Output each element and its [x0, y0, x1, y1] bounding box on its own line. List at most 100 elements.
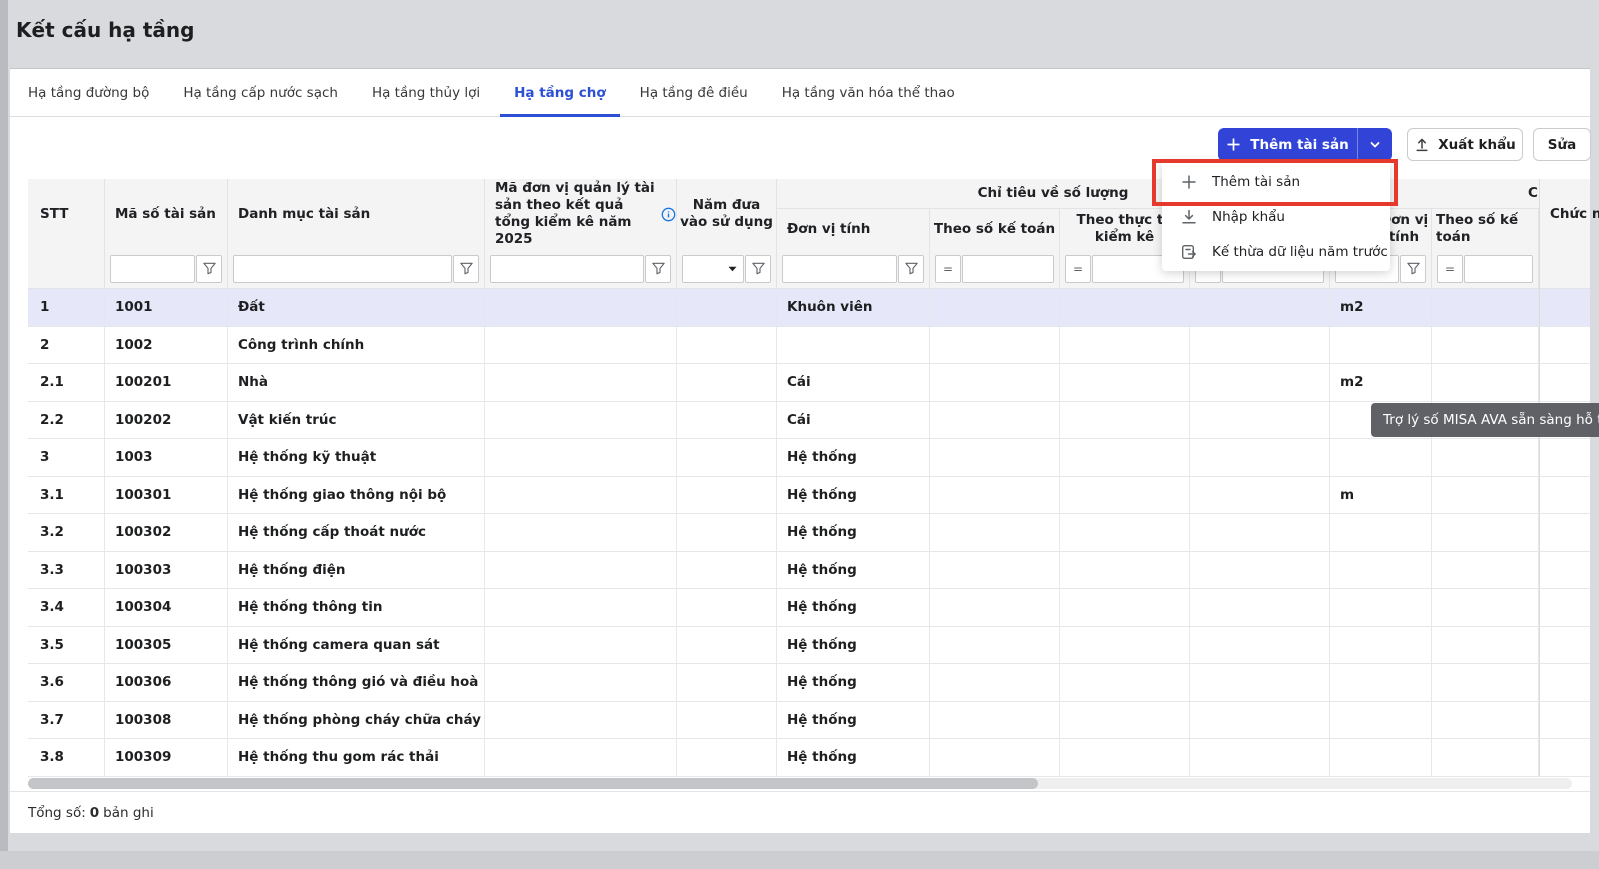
tab-4[interactable]: Hạ tầng chợ — [500, 69, 620, 117]
add-asset-split-button: Thêm tài sản — [1218, 128, 1392, 161]
add-asset-menu: Thêm tài sảnNhập khẩu Kế thừa dữ liệu năm… — [1162, 162, 1390, 271]
total-count: 0 — [90, 805, 99, 821]
horizontal-scrollbar-thumb[interactable] — [28, 778, 1038, 789]
cell-3-5 — [677, 364, 777, 402]
cell-6-4 — [485, 477, 677, 515]
table-row-9[interactable]: 3.4100304Hệ thống thông tinHệ thống — [28, 589, 1539, 627]
cell-11-4 — [485, 664, 677, 702]
cell-10-6: Hệ thống — [777, 627, 930, 665]
filter-input-4[interactable] — [490, 255, 644, 283]
table-row-6[interactable]: 3.1100301Hệ thống giao thông nội bộHệ th… — [28, 477, 1539, 515]
filter-input-7[interactable] — [962, 255, 1054, 283]
cell-13-3: Hệ thống thu gom rác thải — [228, 739, 485, 777]
menu-item-label: Kế thừa dữ liệu năm trước — [1212, 244, 1388, 260]
cell-2-3: Công trình chính — [228, 327, 485, 365]
tab-5[interactable]: Hạ tầng đê điều — [626, 69, 762, 117]
cell-13-7 — [930, 739, 1060, 777]
filter-funnel-icon[interactable] — [898, 255, 924, 283]
tab-1[interactable]: Hạ tầng đường bộ — [14, 69, 163, 117]
cell-7-6: Hệ thống — [777, 514, 930, 552]
menu-item-2[interactable]: Nhập khẩu — [1162, 199, 1390, 234]
table-row-8[interactable]: 3.3100303Hệ thống điệnHệ thống — [28, 552, 1539, 590]
menu-item-3[interactable]: Kế thừa dữ liệu năm trước — [1162, 234, 1390, 269]
table-row-10[interactable]: 3.5100305Hệ thống camera quan sátHệ thốn… — [28, 627, 1539, 665]
action-cell-7[interactable] — [1539, 514, 1590, 552]
cell-11-1: 3.6 — [28, 664, 105, 702]
action-cell-10[interactable] — [1539, 627, 1590, 665]
filter-cell-6 — [777, 249, 930, 289]
filter-funnel-icon[interactable] — [745, 255, 771, 283]
tab-2[interactable]: Hạ tầng cấp nước sạch — [169, 69, 352, 117]
table-footer: Tổng số: 0 bản ghi — [10, 791, 1590, 834]
filter-year-select[interactable] — [682, 255, 744, 283]
cell-7-9 — [1190, 514, 1330, 552]
table-row-11[interactable]: 3.6100306Hệ thống thông gió và điều hoà … — [28, 664, 1539, 702]
table-row-4[interactable]: 2.2100202Vật kiến trúcCái — [28, 402, 1539, 440]
filter-funnel-icon[interactable] — [1400, 255, 1426, 283]
filter-funnel-icon[interactable] — [196, 255, 222, 283]
column-header-6: Đơn vị tính — [777, 209, 930, 249]
filter-equals-operator[interactable]: = — [1437, 255, 1463, 283]
cell-12-7 — [930, 702, 1060, 740]
cell-9-2: 100304 — [105, 589, 228, 627]
cell-10-9 — [1190, 627, 1330, 665]
add-asset-menu-toggle[interactable] — [1357, 128, 1392, 161]
action-cell-11[interactable] — [1539, 664, 1590, 702]
cell-9-3: Hệ thống thông tin — [228, 589, 485, 627]
table-row-1[interactable]: 11001ĐấtKhuôn viênm2 — [28, 289, 1539, 327]
cell-6-11 — [1432, 477, 1539, 515]
cell-3-9 — [1190, 364, 1330, 402]
menu-item-1[interactable]: Thêm tài sản — [1162, 164, 1390, 199]
tab-6[interactable]: Hạ tầng văn hóa thể thao — [768, 69, 969, 117]
cell-8-4 — [485, 552, 677, 590]
action-cell-12[interactable] — [1539, 702, 1590, 740]
table-row-12[interactable]: 3.7100308Hệ thống phòng cháy chữa cháyHệ… — [28, 702, 1539, 740]
cell-12-1: 3.7 — [28, 702, 105, 740]
cell-5-2: 1003 — [105, 439, 228, 477]
cell-1-9 — [1190, 289, 1330, 327]
tab-3[interactable]: Hạ tầng thủy lợi — [358, 69, 494, 117]
filter-equals-operator[interactable]: = — [1065, 255, 1091, 283]
action-cell-6[interactable] — [1539, 477, 1590, 515]
horizontal-scrollbar[interactable] — [28, 778, 1572, 789]
cell-6-6: Hệ thống — [777, 477, 930, 515]
filter-funnel-icon[interactable] — [453, 255, 479, 283]
column-header-3: Danh mục tài sản — [228, 179, 485, 249]
filter-input-2[interactable] — [110, 255, 195, 283]
table-row-2[interactable]: 21002Công trình chính — [28, 327, 1539, 365]
export-button[interactable]: Xuất khẩu — [1407, 128, 1523, 161]
cell-2-2: 1002 — [105, 327, 228, 365]
table-row-3[interactable]: 2.1100201NhàCáim2 — [28, 364, 1539, 402]
filter-input-6[interactable] — [782, 255, 897, 283]
chevron-down-icon — [1368, 138, 1382, 152]
action-cell-9[interactable] — [1539, 589, 1590, 627]
action-cell-2[interactable] — [1539, 327, 1590, 365]
cell-1-4 — [485, 289, 677, 327]
action-cell-5[interactable] — [1539, 439, 1590, 477]
filter-funnel-icon[interactable] — [645, 255, 671, 283]
action-cell-3[interactable] — [1539, 364, 1590, 402]
filter-equals-operator[interactable]: = — [935, 255, 961, 283]
cell-13-2: 100309 — [105, 739, 228, 777]
action-cell-8[interactable] — [1539, 552, 1590, 590]
cell-9-8 — [1060, 589, 1190, 627]
add-asset-button[interactable]: Thêm tài sản — [1218, 128, 1357, 161]
edit-button[interactable]: Sửa — [1533, 128, 1591, 161]
cell-10-4 — [485, 627, 677, 665]
cell-12-3: Hệ thống phòng cháy chữa cháy — [228, 702, 485, 740]
cell-7-4 — [485, 514, 677, 552]
action-cell-1[interactable] — [1539, 289, 1590, 327]
table-row-5[interactable]: 31003Hệ thống kỹ thuậtHệ thống — [28, 439, 1539, 477]
cell-4-9 — [1190, 402, 1330, 440]
filter-input-11[interactable] — [1464, 255, 1533, 283]
cell-10-11 — [1432, 627, 1539, 665]
table-row-7[interactable]: 3.2100302Hệ thống cấp thoát nướcHệ thống — [28, 514, 1539, 552]
cell-3-4 — [485, 364, 677, 402]
table-row-13[interactable]: 3.8100309Hệ thống thu gom rác thảiHệ thố… — [28, 739, 1539, 777]
filter-input-3[interactable] — [233, 255, 452, 283]
cell-5-3: Hệ thống kỹ thuật — [228, 439, 485, 477]
action-cell-13[interactable] — [1539, 739, 1590, 777]
column-header-7: Theo số kế toán — [930, 209, 1060, 249]
cell-11-6: Hệ thống — [777, 664, 930, 702]
plus-icon — [1226, 137, 1241, 152]
